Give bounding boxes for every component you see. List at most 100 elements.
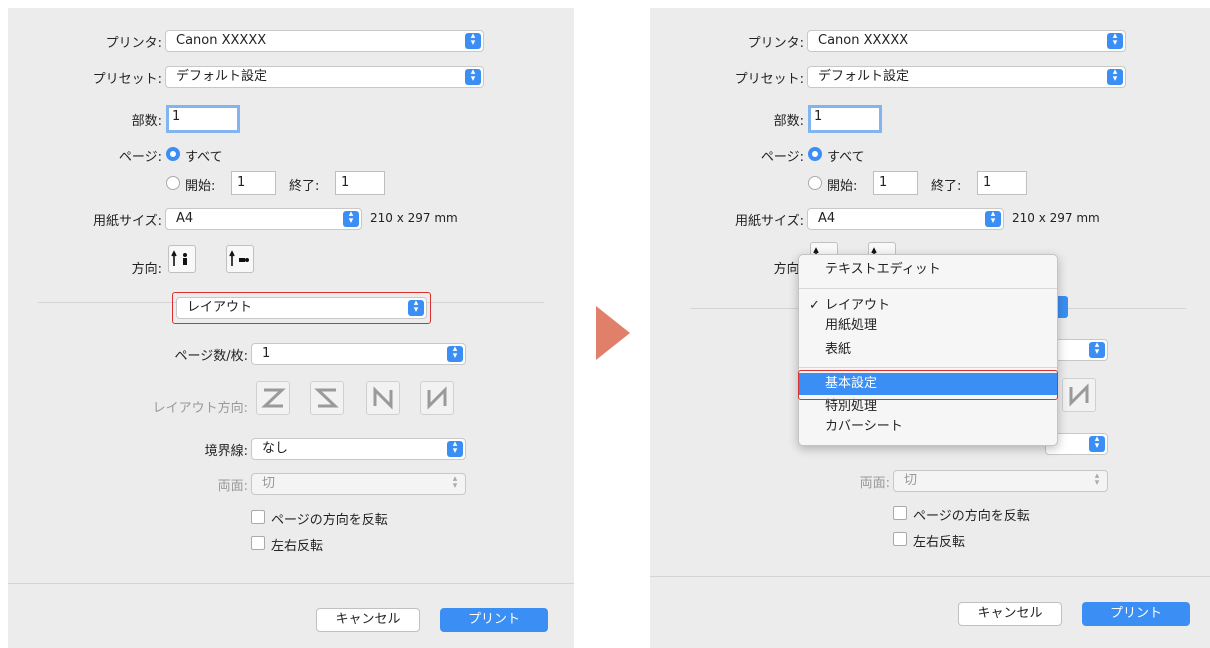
footer-divider xyxy=(8,583,574,584)
pages-all-radio[interactable] xyxy=(808,147,822,161)
pages-from-label: 開始: xyxy=(185,179,216,194)
copies-field[interactable]: 1 xyxy=(166,105,240,133)
paper-size-popup[interactable]: A4 ▴ ▾ xyxy=(807,208,1004,230)
pages-per-sheet-popup[interactable]: 1 ▴ ▾ xyxy=(251,343,466,365)
menu-item-cover-sheet[interactable]: カバーシート xyxy=(799,416,1057,438)
paper-size-value: A4 xyxy=(176,211,194,226)
landscape-orientation-icon[interactable] xyxy=(226,245,254,273)
print-dialog-before: プリンタ: Canon XXXXX ▴ ▾ プリセット: デフォルト設定 ▴ ▾ 部… xyxy=(8,8,574,648)
pages-to-label: 終了: xyxy=(931,179,962,194)
pages-from-field[interactable]: 1 xyxy=(873,171,918,195)
pages-range-radio[interactable] xyxy=(808,176,822,190)
preset-value: デフォルト設定 xyxy=(818,69,910,84)
pages-from-field[interactable]: 1 xyxy=(231,171,276,195)
section-popup-highlight xyxy=(172,292,431,324)
pages-label: ページ: xyxy=(760,150,804,165)
menu-separator xyxy=(799,367,1057,368)
updown-chevron-icon: ▴ ▾ xyxy=(1089,341,1105,358)
layout-n-icon xyxy=(420,381,454,415)
pages-all-label: すべて xyxy=(185,150,223,165)
printer-value: Canon XXXXX xyxy=(176,33,267,48)
duplex-popup: 切 ▴ ▾ xyxy=(251,473,466,495)
pages-all-label: すべて xyxy=(827,150,865,165)
duplex-value: 切 xyxy=(262,476,276,491)
reverse-orientation-label: ページの方向を反転 xyxy=(913,509,1030,524)
print-button[interactable]: プリント xyxy=(1082,602,1190,626)
updown-chevron-icon: ▴ ▾ xyxy=(465,32,481,49)
updown-chevron-icon: ▴ ▾ xyxy=(985,210,1001,227)
pages-to-field[interactable]: 1 xyxy=(335,171,385,195)
preset-label: プリセット: xyxy=(734,72,804,87)
preset-label: プリセット: xyxy=(92,72,162,87)
layout-n-icon xyxy=(1062,378,1096,412)
menu-item-layout[interactable]: ✓ レイアウト xyxy=(799,295,1057,317)
preset-popup[interactable]: デフォルト設定 ▴ ▾ xyxy=(807,66,1126,88)
basic-settings-highlight xyxy=(798,370,1058,400)
reverse-orientation-checkbox[interactable] xyxy=(893,506,907,520)
checkmark-icon: ✓ xyxy=(809,298,820,313)
copies-field[interactable]: 1 xyxy=(808,105,882,133)
orientation-label: 方向: xyxy=(131,262,162,277)
border-popup[interactable]: なし ▴ ▾ xyxy=(251,438,466,460)
copies-label: 部数: xyxy=(773,114,804,129)
pages-from-label: 開始: xyxy=(827,179,858,194)
updown-chevron-icon: ▴ ▾ xyxy=(1089,435,1105,452)
paper-size-label: 用紙サイズ: xyxy=(93,214,162,229)
next-step-arrow-icon xyxy=(596,306,630,360)
updown-chevron-icon: ▴ ▾ xyxy=(447,440,463,457)
updown-chevron-icon: ▴ ▾ xyxy=(343,210,359,227)
paper-size-dims: 210 x 297 mm xyxy=(1012,211,1100,225)
preset-popup[interactable]: デフォルト設定 ▴ ▾ xyxy=(165,66,484,88)
menu-item-cover[interactable]: 表紙 xyxy=(799,339,1057,361)
cancel-button[interactable]: キャンセル xyxy=(316,608,420,632)
flip-horizontal-label: 左右反転 xyxy=(271,539,324,554)
layout-s-icon xyxy=(310,381,344,415)
pages-range-radio[interactable] xyxy=(166,176,180,190)
paper-size-popup[interactable]: A4 ▴ ▾ xyxy=(165,208,362,230)
updown-chevron-icon: ▴ ▾ xyxy=(465,68,481,85)
printer-popup[interactable]: Canon XXXXX ▴ ▾ xyxy=(165,30,484,52)
layout-z-icon xyxy=(256,381,290,415)
layout-direction-label: レイアウト方向: xyxy=(152,401,248,416)
menu-item-text-edit[interactable]: テキストエディット xyxy=(799,259,1057,281)
paper-size-dims: 210 x 297 mm xyxy=(370,211,458,225)
printer-label: プリンタ: xyxy=(747,36,804,51)
duplex-popup: 切 ▴ ▾ xyxy=(893,470,1108,492)
duplex-value: 切 xyxy=(904,473,918,488)
paper-size-label: 用紙サイズ: xyxy=(735,214,804,229)
reverse-orientation-label: ページの方向を反転 xyxy=(271,513,388,528)
pages-per-sheet-value: 1 xyxy=(262,346,271,361)
reverse-orientation-checkbox[interactable] xyxy=(251,510,265,524)
duplex-label: 両面: xyxy=(217,479,248,494)
pages-label: ページ: xyxy=(118,150,162,165)
updown-chevron-icon: ▴ ▾ xyxy=(1107,32,1123,49)
menu-separator xyxy=(799,288,1057,289)
printer-value: Canon XXXXX xyxy=(818,33,909,48)
pages-per-sheet-label: ページ数/枚: xyxy=(174,349,249,364)
updown-chevron-icon: ▴ ▾ xyxy=(447,345,463,362)
print-dialog-after: プリンタ: Canon XXXXX ▴ ▾ プリセット: デフォルト設定 ▴ ▾ 部… xyxy=(650,8,1210,648)
printer-label: プリンタ: xyxy=(105,36,162,51)
updown-chevron-icon: ▴ ▾ xyxy=(1094,471,1100,488)
menu-item-paper-handling[interactable]: 用紙処理 xyxy=(799,315,1057,337)
portrait-orientation-icon[interactable] xyxy=(168,245,196,273)
flip-horizontal-checkbox[interactable] xyxy=(251,536,265,550)
layout-n-reverse-icon xyxy=(366,381,400,415)
paper-size-value: A4 xyxy=(818,211,836,226)
copies-label: 部数: xyxy=(131,114,162,129)
footer-divider xyxy=(650,576,1210,577)
pages-all-radio[interactable] xyxy=(166,147,180,161)
section-dropdown-menu: テキストエディット ✓ レイアウト 用紙処理 表紙 基本設定 特別処理 カバーシ… xyxy=(798,254,1058,446)
pages-to-field[interactable]: 1 xyxy=(977,171,1027,195)
flip-horizontal-checkbox[interactable] xyxy=(893,532,907,546)
pages-to-label: 終了: xyxy=(289,179,320,194)
border-value: なし xyxy=(262,441,289,456)
cancel-button[interactable]: キャンセル xyxy=(958,602,1062,626)
printer-popup[interactable]: Canon XXXXX ▴ ▾ xyxy=(807,30,1126,52)
updown-chevron-icon: ▴ ▾ xyxy=(452,474,458,491)
updown-chevron-icon: ▴ ▾ xyxy=(1107,68,1123,85)
print-button[interactable]: プリント xyxy=(440,608,548,632)
duplex-label: 両面: xyxy=(859,476,890,491)
preset-value: デフォルト設定 xyxy=(176,69,268,84)
border-label: 境界線: xyxy=(204,444,248,459)
